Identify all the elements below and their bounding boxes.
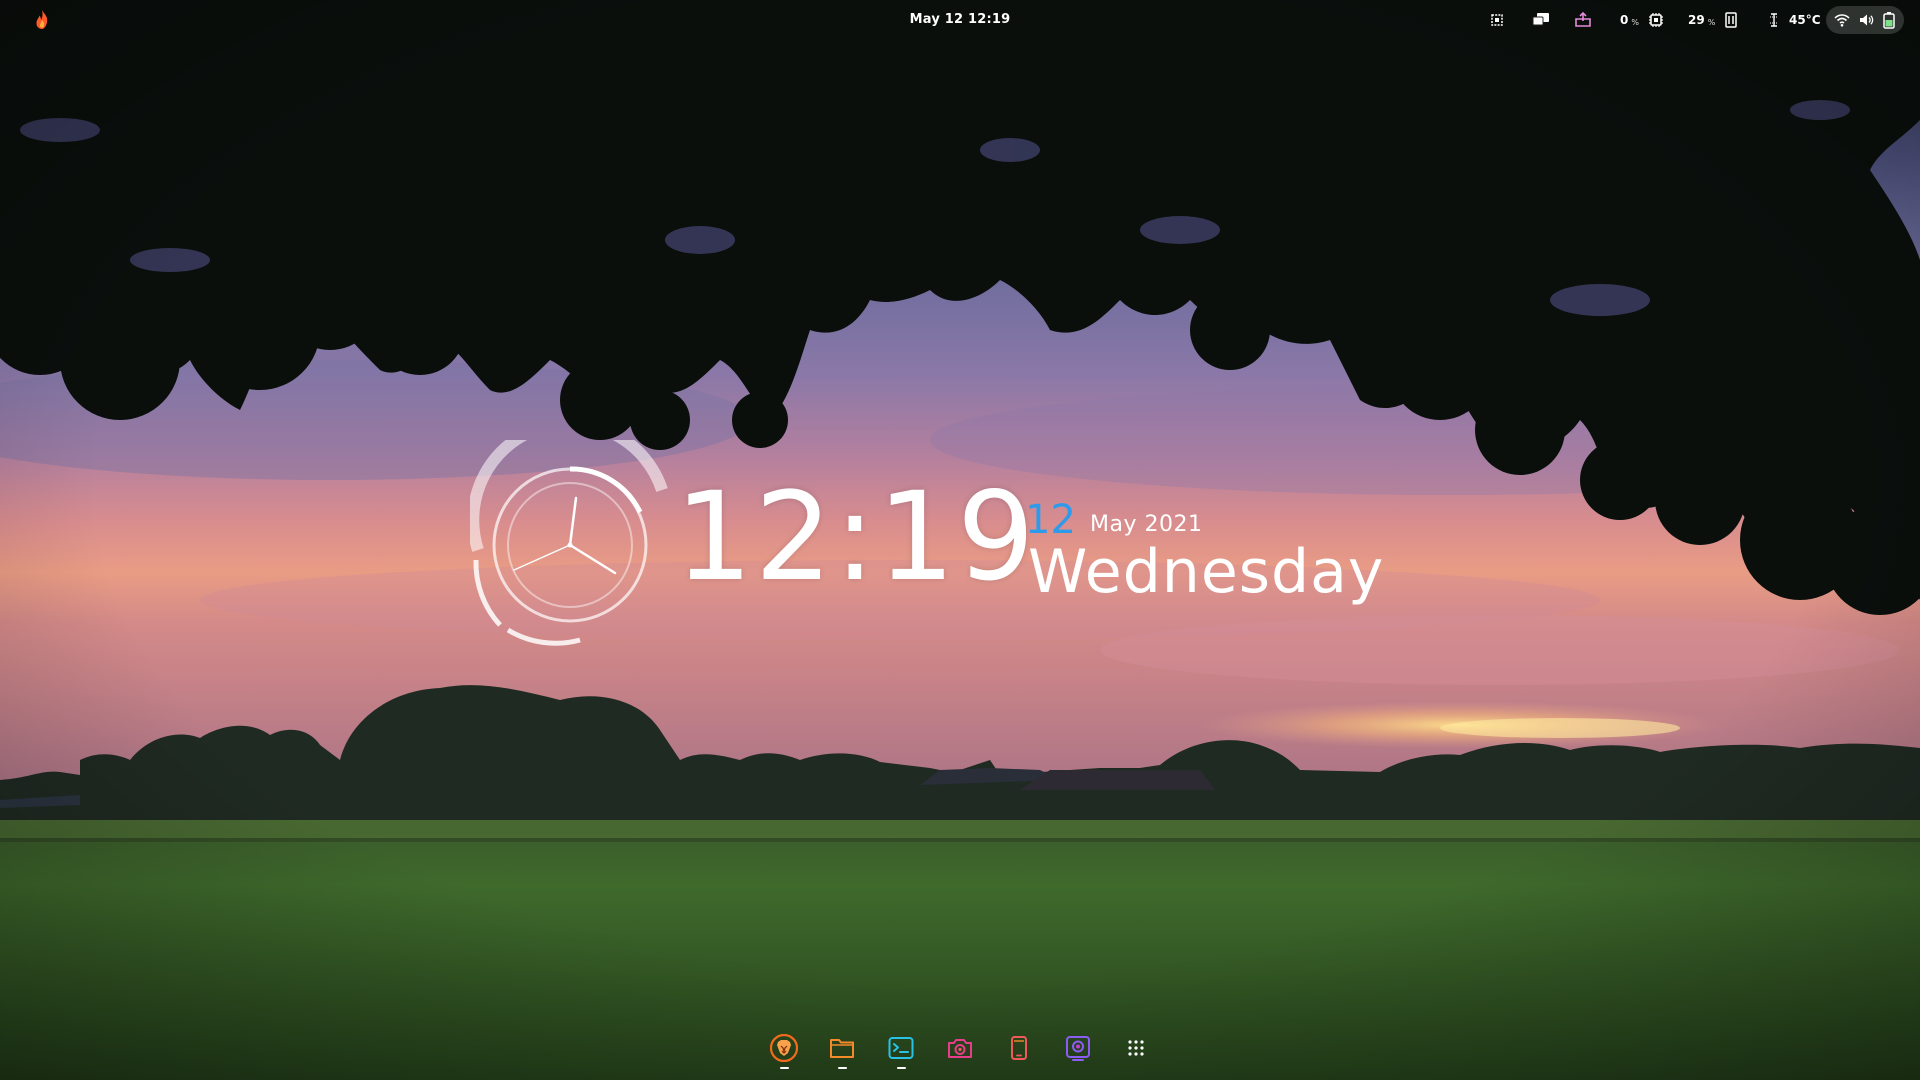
volume-icon [1860, 14, 1874, 26]
minute-hand [568, 543, 617, 575]
dock-item-tablet[interactable] [999, 1030, 1039, 1074]
terminal-icon [888, 1037, 914, 1059]
memory-icon [1725, 12, 1738, 28]
screen-recorder-icon [1066, 1036, 1090, 1061]
top-bar: May 12 12:19 0 % 29 % 45°C [0, 0, 1920, 40]
cpu-usage-value: 0 [1620, 13, 1629, 27]
cpu-usage-unit: % [1631, 17, 1639, 27]
files-icon [830, 1039, 854, 1058]
wifi-icon [1834, 14, 1850, 27]
dock [764, 1030, 1156, 1078]
screenshot-icon [1491, 14, 1503, 26]
display-icon [1532, 13, 1549, 26]
dock-item-files[interactable] [822, 1030, 862, 1074]
dock-item-camera[interactable] [940, 1030, 980, 1074]
cpu-tray-item[interactable]: 0 % [1620, 10, 1664, 30]
screenshot-tray-item[interactable] [1489, 10, 1505, 30]
package-updates-tray-item[interactable] [1574, 10, 1592, 30]
dock-item-show-applications[interactable] [1116, 1030, 1156, 1074]
memory-usage-value: 29 [1688, 13, 1705, 27]
dock-item-terminal[interactable] [881, 1030, 921, 1074]
temperature-tray-item[interactable]: 45°C [1766, 10, 1821, 30]
digital-time: 12:19 [675, 466, 1037, 608]
hour-hand [568, 496, 578, 547]
package-updates-icon [1575, 12, 1591, 27]
analog-clock [470, 440, 668, 646]
temperature-value: 45°C [1789, 13, 1821, 27]
system-menu[interactable] [1826, 6, 1904, 34]
temperature-icon [1770, 13, 1778, 27]
date-month-year: May 2021 [1090, 512, 1203, 537]
camera-icon [948, 1039, 972, 1058]
dock-item-brave-browser[interactable] [764, 1030, 804, 1074]
running-indicator [897, 1067, 906, 1069]
cpu-icon [1648, 13, 1663, 27]
desktop-clock-widget: 12:19 12 May 2021 Wednesday [470, 440, 1390, 660]
desktop[interactable]: May 12 12:19 0 % 29 % 45°C 12:19 12 May … [0, 0, 1920, 1080]
memory-usage-unit: % [1707, 17, 1716, 27]
date-day: 12 [1025, 497, 1076, 543]
tablet-icon [1011, 1036, 1027, 1060]
second-hand [513, 544, 571, 571]
running-indicator [780, 1067, 789, 1069]
top-bar-clock-label[interactable]: May 12 12:19 [910, 12, 1011, 27]
display-tray-item[interactable] [1532, 10, 1550, 30]
running-indicator [838, 1067, 847, 1069]
battery-icon [1883, 12, 1895, 29]
app-grid-icon [1128, 1040, 1144, 1056]
dock-item-screen-recorder[interactable] [1058, 1030, 1098, 1074]
brave-browser-icon [770, 1034, 798, 1062]
weekday: Wednesday [1028, 537, 1385, 607]
memory-tray-item[interactable]: 29 % [1688, 10, 1738, 30]
